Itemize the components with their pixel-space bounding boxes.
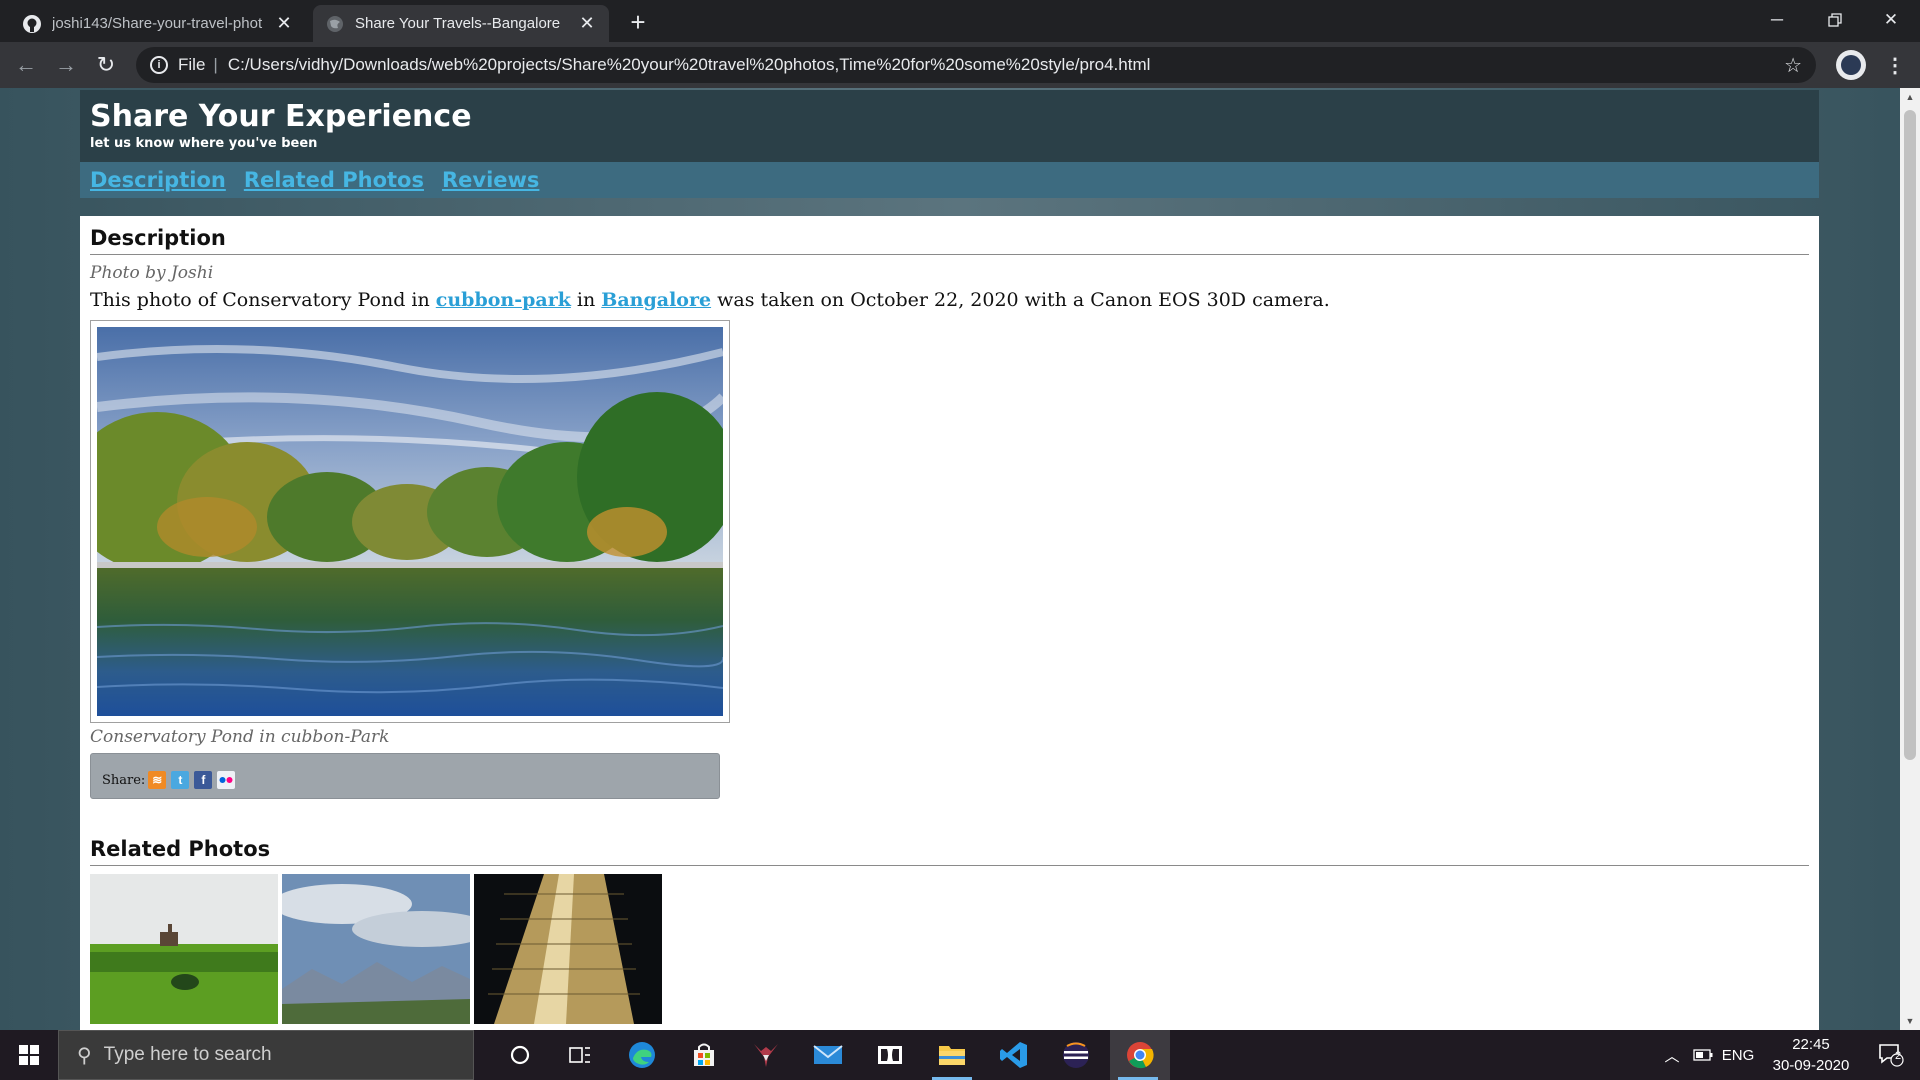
- photo-description: This photo of Conservatory Pond in cubbo…: [90, 289, 1809, 311]
- eclipse-icon[interactable]: [1048, 1030, 1104, 1080]
- browser-toolbar: ← → ↻ i File | C:/Users/vidhy/Downloads/…: [0, 42, 1920, 88]
- tab-share-your-travels[interactable]: Share Your Travels--Bangalore ✕: [313, 5, 609, 42]
- rss-icon[interactable]: ≋: [148, 771, 167, 789]
- related-photos-section: Related Photos: [90, 837, 1809, 1024]
- scroll-up-icon[interactable]: ▲: [1900, 88, 1920, 106]
- task-view-icon[interactable]: [552, 1030, 608, 1080]
- taskbar-clock[interactable]: 22:45 30-09-2020: [1756, 1034, 1866, 1076]
- scrollbar-thumb[interactable]: [1904, 110, 1916, 760]
- tab-strip: joshi143/Share-your-travel-phot ✕ Share …: [0, 0, 1920, 42]
- close-icon[interactable]: ✕: [274, 13, 294, 34]
- related-photos-heading: Related Photos: [90, 837, 1809, 866]
- related-photos-list: [90, 874, 1809, 1024]
- close-window-icon[interactable]: ✕: [1862, 0, 1920, 40]
- photo-byline: Photo by Joshi: [90, 263, 214, 283]
- taskbar-search-input[interactable]: ⚲ Type here to search: [58, 1030, 474, 1080]
- description-heading: Description: [90, 226, 1809, 255]
- search-placeholder: Type here to search: [103, 1044, 272, 1065]
- tab-title: Share Your Travels--Bangalore: [355, 15, 561, 32]
- bookmark-star-icon[interactable]: ☆: [1784, 53, 1802, 78]
- scroll-down-icon[interactable]: ▼: [1900, 1012, 1920, 1030]
- show-hidden-icons-icon[interactable]: ︿: [1660, 1030, 1684, 1080]
- restore-icon[interactable]: [1806, 0, 1864, 40]
- notification-center-icon[interactable]: 2: [1866, 1030, 1916, 1080]
- scheme-label: File: [178, 55, 206, 74]
- nav-link-related-photos[interactable]: Related Photos: [244, 166, 424, 194]
- new-tab-button[interactable]: +: [624, 7, 652, 37]
- flickr-icon[interactable]: [217, 771, 236, 789]
- related-photo-thumbnail[interactable]: [282, 874, 470, 1024]
- related-photo-thumbnail[interactable]: [474, 874, 662, 1024]
- microsoft-store-icon[interactable]: [676, 1030, 732, 1080]
- link-bangalore[interactable]: Bangalore: [601, 289, 711, 311]
- share-label: Share:: [102, 772, 146, 788]
- predator-sense-icon[interactable]: [738, 1030, 794, 1080]
- clock-time: 22:45: [1792, 1036, 1830, 1053]
- nav-link-description[interactable]: Description: [90, 166, 226, 194]
- share-box: Share: ≋ t f: [90, 753, 720, 799]
- globe-icon: [325, 14, 345, 34]
- notification-count: 2: [1895, 1050, 1902, 1062]
- back-arrow-icon[interactable]: ←: [10, 49, 42, 81]
- link-cubbon-park[interactable]: cubbon-park: [436, 289, 571, 311]
- conservatory-pond-photo: [97, 327, 723, 716]
- url-text[interactable]: C:/Users/vidhy/Downloads/web%20projects/…: [228, 55, 1151, 75]
- page-viewport: Share Your Experience let us know where …: [0, 88, 1920, 1030]
- chrome-icon[interactable]: [1110, 1030, 1170, 1080]
- vscode-icon[interactable]: [986, 1030, 1042, 1080]
- close-icon[interactable]: ✕: [577, 13, 597, 34]
- profile-avatar[interactable]: [1836, 50, 1866, 80]
- search-icon: ⚲: [77, 1044, 92, 1067]
- twitter-icon[interactable]: t: [171, 771, 190, 789]
- vertical-scrollbar[interactable]: ▲ ▼: [1900, 88, 1920, 1030]
- page-container: Share Your Experience let us know where …: [80, 90, 1819, 1030]
- mail-icon[interactable]: [800, 1030, 856, 1080]
- file-explorer-icon[interactable]: [924, 1030, 980, 1080]
- github-icon: [22, 14, 42, 34]
- tab-title: joshi143/Share-your-travel-phot: [52, 15, 263, 32]
- site-tagline: let us know where you've been: [90, 136, 318, 151]
- description-text: This photo of Conservatory Pond in: [90, 289, 436, 311]
- photo-caption: Conservatory Pond in cubbon-Park: [90, 727, 390, 747]
- address-bar[interactable]: i File | C:/Users/vidhy/Downloads/web%20…: [136, 47, 1816, 83]
- windows-taskbar: ⚲ Type here to search ︿ ENG 22:45 30-09-…: [0, 1030, 1920, 1080]
- info-icon[interactable]: i: [150, 56, 168, 74]
- reload-icon[interactable]: ↻: [90, 49, 122, 81]
- site-nav: Description Related Photos Reviews: [80, 162, 1819, 198]
- cortana-icon[interactable]: [492, 1030, 548, 1080]
- description-text: was taken on October 22, 2020 with a Can…: [711, 289, 1330, 311]
- more-menu-icon[interactable]: ⋮: [1880, 50, 1910, 80]
- site-header: Share Your Experience let us know where …: [80, 90, 1819, 162]
- site-title: Share Your Experience: [90, 99, 472, 134]
- address-separator: |: [213, 55, 218, 74]
- language-indicator[interactable]: ENG: [1720, 1030, 1756, 1080]
- forward-arrow-icon[interactable]: →: [50, 49, 82, 81]
- facebook-icon[interactable]: f: [194, 771, 213, 789]
- minimize-icon[interactable]: ─: [1748, 0, 1806, 40]
- tab-github[interactable]: joshi143/Share-your-travel-phot ✕: [10, 5, 306, 42]
- photo-figure: [90, 320, 730, 723]
- clock-date: 30-09-2020: [1772, 1057, 1850, 1074]
- description-text: in: [570, 289, 602, 311]
- battery-icon[interactable]: [1688, 1030, 1718, 1080]
- windows-start-icon[interactable]: [0, 1030, 58, 1080]
- dolby-access-icon[interactable]: [862, 1030, 918, 1080]
- edge-icon[interactable]: [614, 1030, 670, 1080]
- nav-link-reviews[interactable]: Reviews: [442, 166, 539, 194]
- related-photo-thumbnail[interactable]: [90, 874, 278, 1024]
- main-content: Description Photo by Joshi This photo of…: [80, 216, 1819, 1030]
